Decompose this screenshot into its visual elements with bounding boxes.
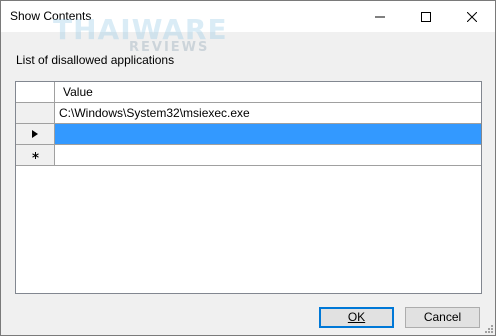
maximize-button[interactable]	[403, 1, 449, 32]
table-row-new[interactable]	[16, 145, 481, 166]
list-label: List of disallowed applications	[16, 53, 175, 67]
close-button[interactable]	[449, 1, 495, 32]
new-row-asterisk-icon	[31, 151, 39, 159]
minimize-icon	[375, 16, 385, 17]
ok-button-label: OK	[347, 310, 366, 324]
value-cell-editing[interactable]	[55, 124, 481, 145]
row-header[interactable]	[16, 124, 55, 145]
minimize-button[interactable]	[357, 1, 403, 32]
values-grid[interactable]: Value C:\Windows\System32\msiexec.exe	[15, 81, 482, 294]
ok-button[interactable]: OK	[319, 307, 394, 328]
value-cell-new[interactable]	[55, 145, 481, 166]
table-row[interactable]: C:\Windows\System32\msiexec.exe	[16, 103, 481, 124]
table-row-selected[interactable]	[16, 124, 481, 145]
value-cell[interactable]: C:\Windows\System32\msiexec.exe	[55, 103, 481, 124]
grid-corner-cell[interactable]	[16, 82, 55, 103]
cancel-button-label: Cancel	[423, 310, 462, 324]
column-header-value[interactable]: Value	[55, 82, 481, 103]
resize-grip-icon[interactable]	[483, 323, 493, 333]
show-contents-dialog: Show Contents THAIWARE REVIEWS List of d…	[0, 0, 496, 336]
current-row-arrow-icon	[32, 130, 38, 138]
row-header[interactable]	[16, 145, 55, 166]
cancel-button[interactable]: Cancel	[405, 307, 480, 328]
close-icon	[467, 11, 477, 22]
maximize-icon	[421, 11, 431, 22]
row-header[interactable]	[16, 103, 55, 124]
grid-column-header-row: Value	[16, 82, 481, 103]
